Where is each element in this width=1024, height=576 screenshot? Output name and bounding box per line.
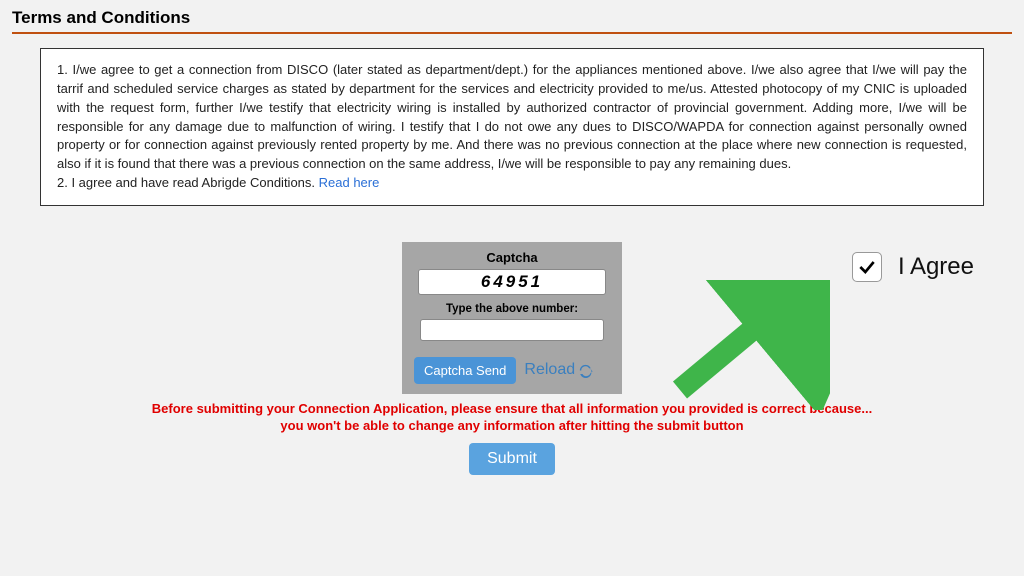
submit-button[interactable]: Submit <box>469 443 555 475</box>
agree-row: I Agree <box>852 252 974 282</box>
captcha-code: 64951 <box>418 269 606 295</box>
submit-row: Submit <box>12 443 1012 475</box>
captcha-instruction: Type the above number: <box>412 303 612 315</box>
agree-checkbox[interactable] <box>852 252 882 282</box>
abridge-conditions-link[interactable]: Read here <box>319 175 380 190</box>
captcha-reload-link[interactable]: Reload <box>524 361 594 379</box>
pointer-arrow-icon <box>660 280 830 410</box>
captcha-panel: Captcha 64951 Type the above number: Cap… <box>402 242 622 394</box>
captcha-send-button[interactable]: Captcha Send <box>414 357 516 384</box>
terms-box: 1. I/we agree to get a connection from D… <box>40 48 984 206</box>
submit-warning: Before submitting your Connection Applic… <box>12 400 1012 435</box>
captcha-reload-label: Reload <box>524 361 575 379</box>
terms-paragraph-2-prefix: 2. I agree and have read Abrigde Conditi… <box>57 175 319 190</box>
terms-paragraph-1: 1. I/we agree to get a connection from D… <box>57 62 967 171</box>
check-icon <box>857 257 877 277</box>
captcha-input[interactable] <box>420 319 604 341</box>
captcha-title: Captcha <box>412 250 612 265</box>
reload-icon <box>577 362 594 379</box>
agree-label: I Agree <box>898 253 974 281</box>
captcha-actions: Captcha Send Reload <box>412 357 612 384</box>
section-title: Terms and Conditions <box>12 8 1012 34</box>
warning-line-1: Before submitting your Connection Applic… <box>12 400 1012 418</box>
warning-line-2: you won't be able to change any informat… <box>12 417 1012 435</box>
